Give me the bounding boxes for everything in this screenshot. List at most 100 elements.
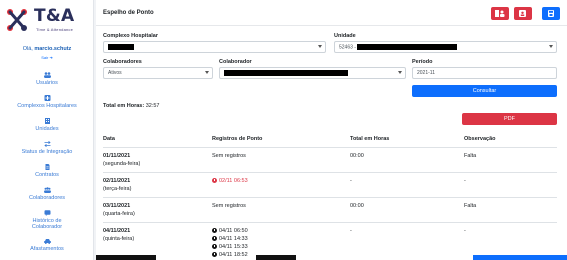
row-total: - xyxy=(350,178,352,184)
history-icon xyxy=(44,210,50,216)
colaboradores-value: Ativos xyxy=(108,70,122,76)
row-records: 02/11 06:53 xyxy=(212,177,248,185)
sidebar-item-label: Complexos Hospitalares xyxy=(17,103,77,109)
colaborador-select[interactable] xyxy=(219,67,406,79)
sidebar-item-historico-colaborador[interactable]: Histórico de Colaborador xyxy=(0,210,94,230)
divider xyxy=(103,197,557,198)
divider xyxy=(103,172,557,173)
brand-logo[interactable]: T&A Time & Attendance xyxy=(6,6,88,36)
unidade-label: Unidade xyxy=(334,33,356,39)
sidebar-item-label: Colaboradores xyxy=(28,195,66,201)
building-icon xyxy=(44,118,50,124)
row-total: 00:00 xyxy=(350,203,364,209)
logout-link[interactable]: Sair ➜ xyxy=(0,55,94,60)
redacted-value xyxy=(357,44,458,50)
column-header-registros: Registros de Ponto xyxy=(212,136,263,142)
main-content: Espelho de Ponto Complexo Hospitalar Uni… xyxy=(96,0,567,260)
sidebar-item-label: Contratos xyxy=(35,172,59,178)
record-entry: 04/11 06:50 xyxy=(212,227,248,235)
clock-icon xyxy=(212,228,217,233)
divider xyxy=(103,222,557,223)
clock-icon xyxy=(212,236,217,241)
row-observation: - xyxy=(464,178,466,184)
row-records: Sem registros xyxy=(212,153,246,159)
redacted-footer-bar xyxy=(256,255,296,260)
row-date: 03/11/2021 (quarta-feira) xyxy=(103,203,135,217)
periodo-value: 2021-11 xyxy=(417,70,435,76)
sidebar-item-afastamentos[interactable]: Afastamentos xyxy=(0,238,94,252)
row-date: 04/11/2021 (quinta-feira) xyxy=(103,228,135,242)
clock-icon xyxy=(212,244,217,249)
users-report-button[interactable] xyxy=(491,7,509,20)
hospital-icon xyxy=(44,95,50,101)
users-icon xyxy=(43,72,51,78)
sidebar-item-colaboradores[interactable]: Colaboradores xyxy=(0,187,94,201)
redacted-value xyxy=(224,70,348,76)
record-entry: 04/11 14:33 xyxy=(212,235,248,243)
alert-clock-icon xyxy=(212,178,217,183)
column-header-data: Data xyxy=(103,136,115,142)
divider xyxy=(103,147,557,148)
timesheet-table: Data Registros de Ponto Total em Horas O… xyxy=(103,130,557,260)
unidade-select[interactable]: 52463 - xyxy=(334,41,557,53)
unidade-value-prefix: 52463 - xyxy=(339,44,356,51)
car-icon xyxy=(43,239,51,244)
row-records: Sem registros xyxy=(212,203,246,209)
logout-label: Sair xyxy=(41,55,49,60)
sidebar-item-label-line2: Colaborador xyxy=(31,224,63,230)
row-observation: - xyxy=(464,228,466,234)
brand-name: T&A xyxy=(34,6,75,26)
brand-tagline: Time & Attendance xyxy=(36,27,74,32)
row-observation: Falta xyxy=(464,203,477,209)
chevron-down-icon xyxy=(398,71,402,74)
row-records: 04/11 06:50 04/11 14:33 04/11 15:33 04/1… xyxy=(212,227,248,259)
total-hours-value: 32:57 xyxy=(145,103,160,109)
greeting-prefix: Olá, xyxy=(22,46,35,52)
document-icon xyxy=(45,164,49,170)
users-report-icon xyxy=(495,10,505,17)
row-date: 02/11/2021 (terça-feira) xyxy=(103,178,132,192)
redacted-footer-bar xyxy=(96,255,156,260)
sidebar-item-complexos[interactable]: Complexos Hospitalares xyxy=(0,95,94,109)
logo-mark-icon xyxy=(7,9,27,31)
username: marcio.schutz xyxy=(34,46,72,52)
complexo-select[interactable] xyxy=(103,41,326,53)
row-observation: Falta xyxy=(464,153,477,159)
column-header-observacao: Observação xyxy=(464,136,496,142)
sidebar-item-label: Usuários xyxy=(36,80,58,86)
sidebar-item-label: Unidades xyxy=(35,126,59,132)
sidebar-item-unidades[interactable]: Unidades xyxy=(0,118,94,132)
page-header: Espelho de Ponto xyxy=(96,0,567,26)
column-header-total: Total em Horas xyxy=(350,136,390,142)
record-entry: 04/11 15:33 xyxy=(212,243,248,251)
exchange-icon xyxy=(43,141,51,147)
user-greeting: Olá, marcio.schutz xyxy=(0,46,94,52)
row-date: 01/11/2021 (segunda-feira) xyxy=(103,153,141,167)
logout-icon: ➜ xyxy=(49,55,53,60)
row-total: - xyxy=(350,228,352,234)
save-button[interactable] xyxy=(542,7,560,20)
periodo-input[interactable]: 2021-11 xyxy=(412,67,557,79)
consultar-button[interactable]: Consultar xyxy=(412,85,557,97)
colaboradores-select[interactable]: Ativos xyxy=(103,67,213,79)
total-hours-label: Total em Horas: xyxy=(103,103,145,109)
row-total: 00:00 xyxy=(350,153,364,159)
sidebar: T&A Time & Attendance Olá, marcio.schutz… xyxy=(0,0,94,260)
pdf-button[interactable]: PDF xyxy=(462,113,557,125)
sidebar-item-contratos[interactable]: Contratos xyxy=(0,164,94,178)
complexo-label: Complexo Hospitalar xyxy=(103,33,159,39)
colaboradores-label: Colaboradores xyxy=(103,59,142,65)
chevron-down-icon xyxy=(549,45,553,48)
periodo-label: Período xyxy=(412,59,433,65)
total-hours: Total em Horas: 32:57 xyxy=(103,103,159,109)
sidebar-item-usuarios[interactable]: Usuários xyxy=(0,72,94,86)
sidebar-item-label: Status de Integração xyxy=(21,149,73,155)
sidebar-item-status-integracao[interactable]: Status de Integração xyxy=(0,141,94,155)
footer-action-bar[interactable] xyxy=(473,255,567,260)
user-report-button[interactable] xyxy=(514,7,532,20)
clock-icon xyxy=(212,252,217,257)
user-report-icon xyxy=(519,10,526,17)
chevron-down-icon xyxy=(318,45,322,48)
record-entry: 04/11 18:52 xyxy=(212,251,248,259)
chevron-down-icon xyxy=(205,71,209,74)
